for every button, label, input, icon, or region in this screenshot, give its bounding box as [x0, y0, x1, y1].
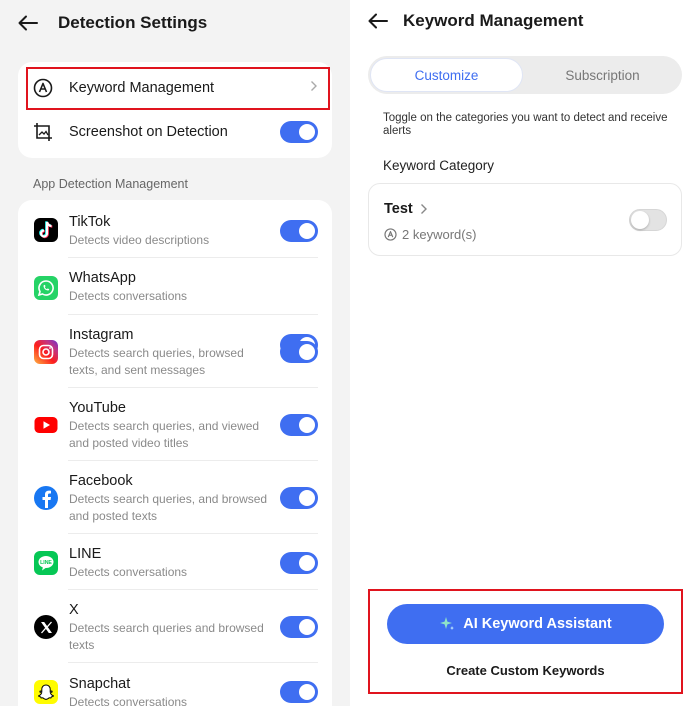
youtube-icon	[34, 413, 58, 437]
app-desc: Detects search queries and browsed texts	[69, 621, 264, 652]
tiktok-icon	[34, 218, 58, 242]
facebook-toggle[interactable]	[280, 487, 318, 509]
tab-subscription[interactable]: Subscription	[525, 58, 680, 92]
category-name-row: Test	[384, 201, 428, 217]
app-name: LINE	[69, 546, 102, 562]
category-name: Test	[384, 201, 413, 217]
app-desc: Detects conversations	[69, 289, 188, 303]
snapchat-toggle[interactable]	[280, 681, 318, 703]
screenshot-on-detection-label: Screenshot on Detection	[69, 124, 228, 140]
screenshot-on-detection-row: Screenshot on Detection	[18, 110, 332, 154]
tiktok-toggle[interactable]	[280, 220, 318, 242]
app-name: Instagram	[69, 327, 134, 343]
app-name: Facebook	[69, 473, 133, 489]
app-row-youtube: YouTube Detects search queries, and view…	[18, 388, 332, 461]
header: Keyword Management	[364, 7, 583, 35]
app-name: Snapchat	[69, 676, 131, 692]
tab-customize[interactable]: Customize	[370, 58, 523, 92]
segmented-control: Customize Subscription	[368, 56, 682, 94]
section-title: App Detection Management	[33, 177, 188, 191]
screenshot-icon	[32, 121, 54, 143]
keyword-icon	[384, 228, 397, 241]
app-desc: Detects search queries, and viewed and p…	[69, 419, 260, 450]
snapchat-icon	[34, 680, 58, 704]
keyword-count: 2 keyword(s)	[402, 227, 477, 242]
app-row-line: LINE LINE Detects conversations	[18, 534, 332, 590]
app-desc: Detects search queries, and browsed and …	[69, 492, 268, 523]
chevron-right-icon	[420, 203, 428, 215]
app-row-instagram: Instagram Detects search queries, browse…	[18, 315, 332, 388]
whatsapp-icon	[34, 276, 58, 300]
keyword-category-card[interactable]: Test 2 keyword(s)	[368, 183, 682, 256]
back-arrow-icon[interactable]	[364, 7, 392, 35]
app-row-tiktok: TikTok Detects video descriptions	[18, 200, 332, 258]
app-desc: Detects conversations	[69, 695, 188, 706]
app-name: WhatsApp	[69, 270, 136, 286]
back-arrow-icon[interactable]	[14, 9, 42, 37]
x-icon	[34, 615, 58, 639]
keyword-category-title: Keyword Category	[383, 158, 495, 173]
app-desc: Detects video descriptions	[69, 233, 210, 247]
highlight-box	[368, 589, 683, 694]
app-name: TikTok	[69, 214, 111, 230]
hint-text: Toggle on the categories you want to det…	[383, 112, 668, 137]
detection-settings-screen: Detection Settings Keyword Management Sc…	[0, 0, 350, 706]
app-desc: Detects search queries, browsed texts, a…	[69, 346, 244, 377]
app-row-whatsapp: WhatsApp Detects conversations	[18, 258, 332, 356]
page-title: Detection Settings	[58, 13, 208, 32]
youtube-toggle[interactable]	[280, 414, 318, 436]
screenshot-toggle[interactable]	[280, 121, 318, 143]
app-list-card: TikTok Detects video descriptions WhatsA…	[18, 200, 332, 706]
highlight-box	[26, 67, 330, 110]
header: Detection Settings	[14, 9, 207, 37]
app-name: YouTube	[69, 400, 126, 416]
app-desc: Detects conversations	[69, 565, 188, 579]
category-toggle[interactable]	[629, 209, 667, 231]
app-row-x: X Detects search queries and browsed tex…	[18, 590, 332, 663]
page-title: Keyword Management	[403, 11, 584, 30]
instagram-icon	[34, 340, 58, 364]
line-icon: LINE	[34, 551, 58, 575]
facebook-icon	[34, 486, 58, 510]
app-row-facebook: Facebook Detects search queries, and bro…	[18, 461, 332, 534]
line-toggle[interactable]	[280, 552, 318, 574]
x-toggle[interactable]	[280, 616, 318, 638]
instagram-toggle[interactable]	[280, 341, 318, 363]
svg-text:LINE: LINE	[40, 560, 52, 566]
app-row-snapchat: Snapchat Detects conversations	[18, 663, 332, 706]
category-count-row: 2 keyword(s)	[384, 227, 476, 242]
app-name: X	[69, 602, 79, 618]
